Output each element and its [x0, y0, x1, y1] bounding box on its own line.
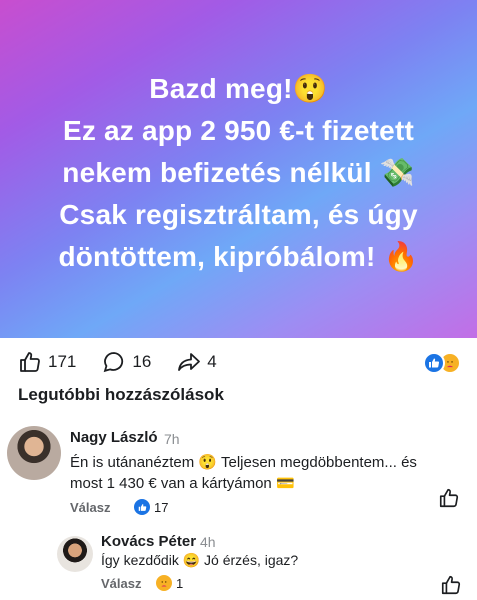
post-line-1: Bazd meg!😲: [149, 73, 328, 104]
comment-text-line: most 1 430 € van a kártyámon 💳: [70, 475, 295, 492]
thumbs-up-icon: [20, 352, 40, 372]
comment-reactions[interactable]: 1: [156, 575, 183, 591]
care-reaction-icon: [156, 575, 172, 591]
post-line-4: Csak regisztráltam, és úgy: [59, 199, 418, 230]
comment-time: 4h: [200, 534, 216, 550]
share-arrow-icon: [178, 353, 201, 371]
comment-author[interactable]: Kovács Péter: [101, 533, 196, 550]
like-count: 171: [48, 352, 77, 371]
like-reaction-icon: [134, 499, 150, 515]
comment-reactions[interactable]: 17: [134, 499, 168, 515]
comment-reaction-count: 17: [154, 499, 169, 515]
share-count: 4: [207, 352, 217, 371]
post-stats-bar: 171 16 4: [0, 340, 477, 384]
comment-like-button[interactable]: [440, 574, 462, 600]
comment-text: Így kezdődik 😄 Jó érzés, igaz?: [101, 552, 299, 568]
thumbs-up-icon: [441, 575, 461, 595]
reply-button[interactable]: Válasz: [101, 576, 141, 591]
comment-text-line: Én is utánanéztem 😲 Teljesen megdöbbente…: [70, 454, 417, 471]
post-line-3: nekem befizetés nélkül 💸: [62, 157, 415, 188]
recent-comments-heading: Legutóbbi hozzászólások: [18, 385, 224, 404]
reply-button[interactable]: Válasz: [70, 500, 110, 515]
like-button[interactable]: 171: [18, 350, 76, 374]
post-text: Bazd meg!😲 Ez az app 2 950 €-t fizetett …: [58, 60, 418, 278]
like-reaction-icon: [423, 352, 445, 374]
comment-text: Én is utánanéztem 😲 Teljesen megdöbbente…: [70, 452, 470, 494]
comment-time: 7h: [164, 431, 180, 447]
avatar[interactable]: [7, 426, 61, 480]
post-image[interactable]: Bazd meg!😲 Ez az app 2 950 €-t fizetett …: [0, 0, 477, 338]
comment-reaction-count: 1: [176, 575, 184, 591]
post-line-5: döntöttem, kipróbálom! 🔥: [58, 241, 419, 272]
avatar[interactable]: [57, 536, 93, 572]
comment-bubble-icon: [104, 352, 124, 373]
share-button[interactable]: 4: [177, 350, 217, 374]
reaction-summary[interactable]: [423, 352, 467, 374]
comment-button[interactable]: 16: [102, 350, 151, 374]
post-line-2: Ez az app 2 950 €-t fizetett: [62, 115, 415, 146]
comment-like-button[interactable]: [438, 487, 460, 514]
comment-count: 16: [132, 352, 152, 371]
comment-author[interactable]: Nagy László: [70, 429, 158, 446]
thumbs-up-icon: [439, 488, 459, 508]
